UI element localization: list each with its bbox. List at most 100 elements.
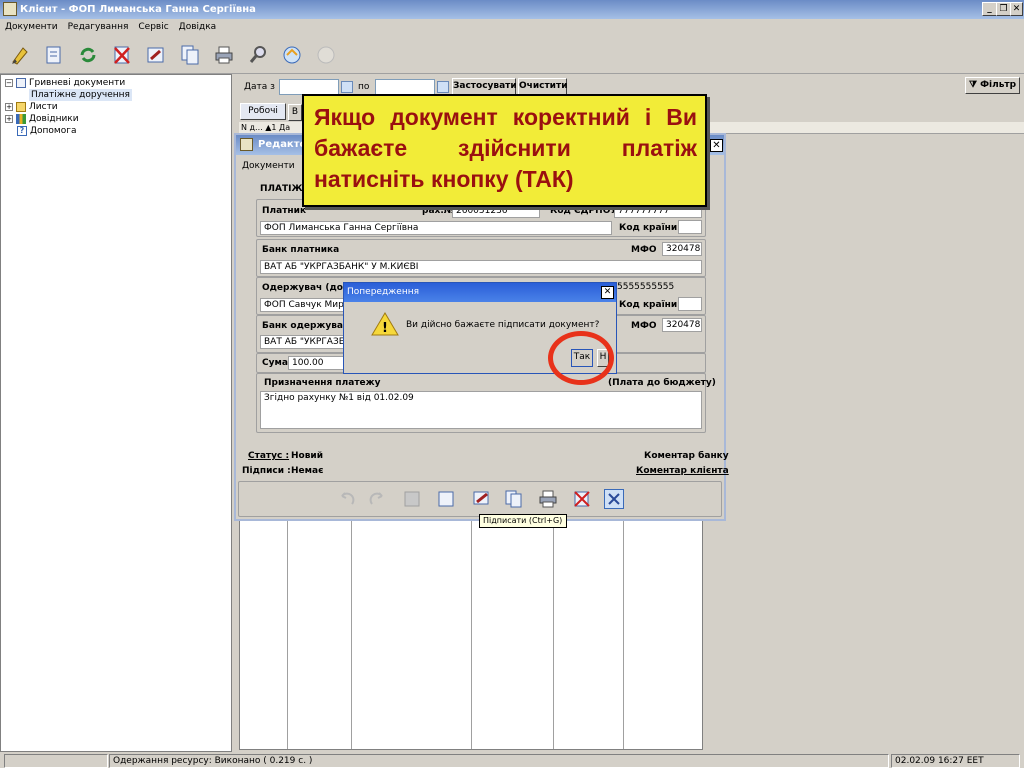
copy-doc-icon[interactable] <box>504 490 524 511</box>
minimize-button[interactable]: _ <box>982 2 997 16</box>
menu-edit[interactable]: Редагування <box>68 22 129 32</box>
menu-help[interactable]: Довідка <box>179 22 217 32</box>
new-document-icon[interactable] <box>8 43 32 67</box>
editor-window-icon <box>240 138 253 151</box>
tab-working[interactable]: Робочі <box>240 103 286 120</box>
redo-icon <box>368 490 388 511</box>
sum-field[interactable]: 100.00 <box>288 356 344 370</box>
close-button[interactable]: ✕ <box>1010 2 1023 16</box>
menu-bar: Документи Редагування Сервіс Довідка <box>0 19 1024 36</box>
payer-label: Платник <box>262 206 307 216</box>
tree-item-label: Листи <box>29 102 58 112</box>
editor-title: Редакто <box>258 139 307 150</box>
tree-item-payment-order[interactable]: Платіжне доручення <box>29 89 132 101</box>
mfo-field[interactable]: 320478 <box>662 242 702 256</box>
recipient-edrpou-field[interactable]: 5555555555 <box>614 281 702 295</box>
mfo-label: МФО <box>631 245 657 255</box>
recipient-bank-field[interactable]: ВАТ АБ "УКРГАЗБ <box>260 335 344 349</box>
search-icon[interactable] <box>246 43 270 67</box>
calendar-icon[interactable] <box>437 81 449 93</box>
recipient-label: Одержувач (дод <box>262 283 351 293</box>
svg-text:!: ! <box>382 321 388 336</box>
payer-bank-label: Банк платника <box>262 245 340 255</box>
status-label[interactable]: Статус : <box>248 451 289 461</box>
print-icon[interactable] <box>212 43 236 67</box>
filter-label: Фільтр <box>980 80 1017 90</box>
books-icon <box>16 113 26 124</box>
filter-button[interactable]: ⧩ Фільтр <box>965 77 1020 94</box>
tab-second[interactable]: В <box>288 104 302 121</box>
signatures-label: Підписи : <box>242 466 291 476</box>
expand-icon[interactable]: + <box>5 114 13 123</box>
menu-documents[interactable]: Документи <box>5 22 58 32</box>
date-from-label: Дата з <box>244 82 275 92</box>
recipient-mfo-field[interactable]: 320478 <box>662 318 702 332</box>
clear-button[interactable]: Очистити <box>518 78 568 95</box>
tree-item-label: Гривневі документи <box>29 78 126 88</box>
save-icon <box>402 490 422 511</box>
status-bar: Одержання ресурсу: Виконано ( 0.219 с. )… <box>0 752 1024 768</box>
payer-name-field[interactable]: ФОП Лиманська Ганна Сергіївна <box>260 221 612 235</box>
filter-icon: ⧩ <box>968 80 981 90</box>
recipient-mfo-label: МФО <box>631 321 657 331</box>
payer-bank-field[interactable]: ВАТ АБ "УКРГАЗБАНК" У М.КИЄВІ <box>260 260 702 274</box>
exchange-icon[interactable] <box>280 43 304 67</box>
restore-button[interactable]: ❐ <box>996 2 1011 16</box>
sign-tooltip: Підписати (Ctrl+G) <box>479 514 567 528</box>
tree-item-directories[interactable]: + Довідники <box>5 113 79 125</box>
tree-item-help[interactable]: ? Допомога <box>17 125 76 137</box>
country-code-label: Код країни <box>619 223 678 233</box>
purpose-label: Призначення платежу <box>264 378 381 388</box>
disabled-icon <box>314 43 338 67</box>
app-title-bar: Клієнт - ФОП Лиманська Ганна Сергіївна _… <box>0 0 1024 19</box>
dialog-title: Попередження <box>344 283 616 302</box>
preview-icon[interactable] <box>436 490 456 511</box>
apply-button[interactable]: Застосувати <box>452 78 517 95</box>
delete-doc-icon[interactable] <box>572 490 592 511</box>
status-datetime: 02.02.09 16:27 EET <box>891 754 1020 768</box>
highlight-circle <box>548 331 614 385</box>
date-to-label: по <box>358 82 370 92</box>
close-doc-icon[interactable] <box>604 489 624 509</box>
tree-item-hryvnia-docs[interactable]: − Гривневі документи <box>5 77 125 89</box>
tree-item-letters[interactable]: + Листи <box>5 101 58 113</box>
dialog-message: Ви дійсно бажаєте підписати документ? <box>406 320 600 330</box>
tree-item-label: Довідники <box>29 114 79 124</box>
print-doc-icon[interactable] <box>538 490 558 511</box>
edrpou-label: Код ЄДРПОУ <box>550 206 618 216</box>
refresh-icon[interactable] <box>76 43 100 67</box>
calendar-icon[interactable] <box>341 81 353 93</box>
date-to-input[interactable] <box>375 79 435 95</box>
status-empty-cell <box>4 754 108 768</box>
menu-service[interactable]: Сервіс <box>138 22 168 32</box>
purpose-field[interactable]: Згідно рахунку №1 від 01.02.09 <box>260 391 702 429</box>
tree-item-label: Допомога <box>30 126 77 136</box>
recipient-name-field[interactable]: ФОП Савчук Миро <box>260 298 344 312</box>
tree-item-label: Платіжне доручення <box>31 90 130 100</box>
collapse-icon[interactable]: − <box>5 78 13 87</box>
instruction-callout: Якщо документ коректний і Ви бажаєте зді… <box>302 94 707 207</box>
recipient-country-field[interactable] <box>678 297 702 311</box>
copy-icon[interactable] <box>178 43 202 67</box>
copy-document-icon[interactable] <box>42 43 66 67</box>
document-folder-icon <box>16 77 26 88</box>
documents-grid <box>239 515 703 750</box>
warning-icon: ! <box>370 311 400 340</box>
editor-menu-documents[interactable]: Документи <box>242 161 295 171</box>
date-from-input[interactable] <box>279 79 339 95</box>
undo-icon <box>336 490 356 511</box>
delete-document-icon[interactable] <box>110 43 134 67</box>
sum-label: Сума <box>262 358 288 368</box>
sign-icon[interactable] <box>472 489 492 510</box>
sign-document-icon[interactable] <box>144 43 168 67</box>
navigation-tree: − Гривневі документи Платіжне доручення +… <box>0 74 232 752</box>
country-code-field[interactable] <box>678 220 702 234</box>
bank-comment-label[interactable]: Коментар банку <box>644 451 729 461</box>
main-toolbar <box>0 36 1024 74</box>
dialog-close-button[interactable]: ✕ <box>601 286 614 299</box>
editor-close-button[interactable]: ✕ <box>710 139 723 152</box>
client-comment-link[interactable]: Коментар клієнта <box>636 466 729 476</box>
app-icon <box>3 2 17 16</box>
expand-icon[interactable]: + <box>5 102 13 111</box>
budget-payment-label[interactable]: (Плата до бюджету) <box>608 378 716 388</box>
